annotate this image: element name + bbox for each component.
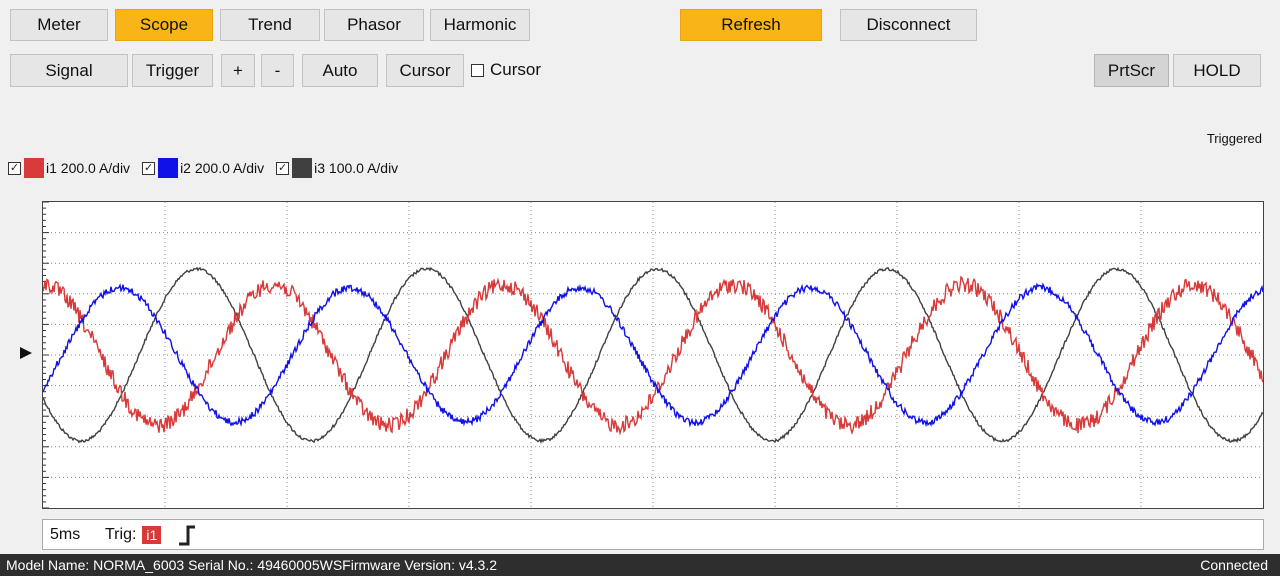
scope-plot[interactable]: [42, 201, 1264, 509]
i1-label: i1 200.0 A/div: [46, 160, 131, 176]
hold-button[interactable]: HOLD: [1173, 54, 1261, 87]
cursor-button[interactable]: Cursor: [386, 54, 464, 87]
auto-button[interactable]: Auto: [302, 54, 378, 87]
trig-label: Trig:: [105, 525, 137, 543]
i1-swatch: [24, 158, 44, 178]
prtscr-button[interactable]: PrtScr: [1094, 54, 1169, 87]
tab-scope[interactable]: Scope: [115, 9, 213, 41]
i3-checkbox[interactable]: ✓: [276, 161, 290, 175]
cursor-checkbox[interactable]: Cursor: [471, 60, 541, 80]
disconnect-button[interactable]: Disconnect: [840, 9, 977, 41]
i1-checkbox[interactable]: ✓: [8, 161, 21, 175]
legend: ✓ i1 200.0 A/div ✓ i2 200.0 A/div ✓ i3 1…: [8, 158, 410, 178]
refresh-button[interactable]: Refresh: [680, 9, 822, 41]
scope-info-bar: 5ms Trig: i1: [42, 519, 1264, 550]
i3-label: i3 100.0 A/div: [314, 160, 399, 176]
legend-item-i2[interactable]: ✓ i2 200.0 A/div: [142, 158, 264, 178]
zoom-in-button[interactable]: +: [221, 54, 255, 87]
cursor-checkbox-box[interactable]: [471, 63, 484, 77]
legend-item-i3[interactable]: ✓ i3 100.0 A/div: [276, 158, 398, 178]
timebase-value: 5ms: [50, 525, 81, 543]
trigger-status: Triggered: [1206, 131, 1262, 146]
status-bar: Model Name: NORMA_6003 Serial No.: 49460…: [0, 554, 1280, 576]
signal-button[interactable]: Signal: [10, 54, 128, 87]
i3-swatch: [292, 158, 313, 178]
legend-item-i1[interactable]: ✓ i1 200.0 A/div: [8, 158, 130, 178]
trig-source-badge[interactable]: i1: [142, 525, 162, 544]
tab-trend[interactable]: Trend: [220, 9, 320, 41]
scope-waveform-canvas: [42, 201, 1264, 509]
i2-label: i2 200.0 A/div: [180, 160, 265, 176]
cursor-checkbox-label: Cursor: [490, 60, 542, 79]
trigger-level-marker[interactable]: [20, 347, 32, 359]
i2-checkbox[interactable]: ✓: [142, 161, 156, 175]
trigger-button[interactable]: Trigger: [132, 54, 213, 87]
device-info: Model Name: NORMA_6003 Serial No.: 49460…: [6, 557, 497, 573]
tab-phasor[interactable]: Phasor: [324, 9, 424, 41]
rising-edge-icon[interactable]: [177, 524, 197, 546]
tab-harmonic[interactable]: Harmonic: [430, 9, 530, 41]
i2-swatch: [158, 158, 179, 178]
connection-status: Connected: [1200, 557, 1268, 573]
tab-meter[interactable]: Meter: [10, 9, 108, 41]
zoom-out-button[interactable]: -: [261, 54, 294, 87]
